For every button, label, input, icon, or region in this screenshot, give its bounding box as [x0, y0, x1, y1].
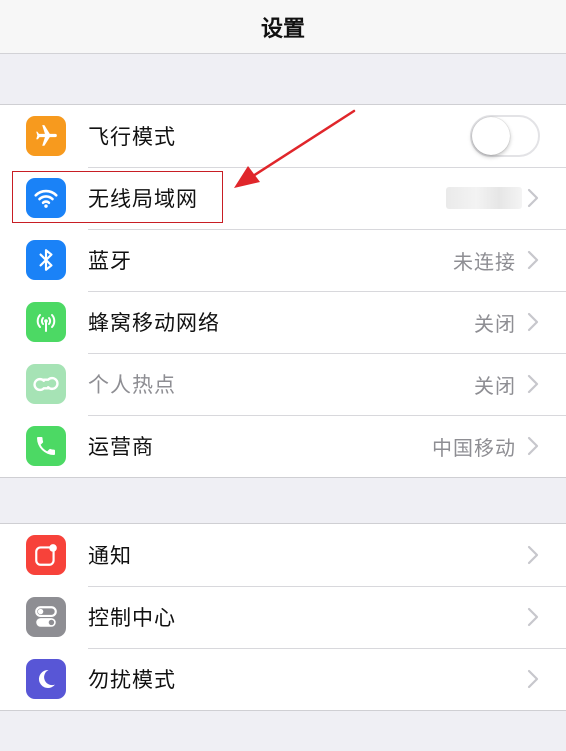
- chevron-right-icon: [526, 187, 540, 209]
- row-cellular[interactable]: 蜂窝移动网络 关闭: [0, 291, 566, 353]
- cellular-status: 关闭: [474, 311, 516, 336]
- chevron-right-icon: [526, 249, 540, 271]
- airplane-mode-label: 飞行模式: [88, 125, 176, 149]
- row-control-center[interactable]: 控制中心: [0, 586, 566, 648]
- notifications-label: 通知: [88, 544, 132, 568]
- chevron-right-icon: [526, 606, 540, 628]
- annotation-arrow-icon: [234, 109, 356, 188]
- row-personal-hotspot[interactable]: 个人热点 关闭: [0, 353, 566, 415]
- hotspot-chain-icon: [26, 364, 66, 404]
- settings-group-system: 通知 控制中心 勿扰模式: [0, 523, 566, 711]
- carrier-name: 中国移动: [432, 435, 516, 460]
- control-switches-icon: [26, 597, 66, 637]
- toggle-knob: [472, 117, 510, 155]
- row-carrier[interactable]: 运营商 中国移动: [0, 415, 566, 477]
- personal-hotspot-label: 个人热点: [88, 373, 176, 397]
- moon-icon: [26, 659, 66, 699]
- phone-icon: [26, 426, 66, 466]
- row-bluetooth[interactable]: 蓝牙 未连接: [0, 229, 566, 291]
- row-notifications[interactable]: 通知: [0, 524, 566, 586]
- wlan-network-name-blurred: [446, 187, 522, 209]
- do-not-disturb-label: 勿扰模式: [88, 668, 176, 692]
- carrier-label: 运营商: [88, 435, 154, 459]
- personal-hotspot-status: 关闭: [474, 373, 516, 398]
- cellular-antenna-icon: [26, 302, 66, 342]
- navigation-bar: 设置: [0, 0, 566, 54]
- page-title: 设置: [260, 16, 305, 42]
- notification-icon: [26, 535, 66, 575]
- control-center-label: 控制中心: [88, 606, 176, 630]
- bluetooth-label: 蓝牙: [88, 249, 132, 273]
- bluetooth-icon: [26, 240, 66, 280]
- chevron-right-icon: [526, 311, 540, 333]
- highlight-box-wlan: [12, 171, 223, 223]
- row-do-not-disturb[interactable]: 勿扰模式: [0, 648, 566, 710]
- airplane-mode-toggle[interactable]: [470, 115, 540, 157]
- chevron-right-icon: [526, 373, 540, 395]
- chevron-right-icon: [526, 544, 540, 566]
- chevron-right-icon: [526, 435, 540, 457]
- airplane-icon: [26, 116, 66, 156]
- chevron-right-icon: [526, 668, 540, 690]
- cellular-label: 蜂窝移动网络: [88, 311, 220, 335]
- bluetooth-status: 未连接: [453, 249, 516, 274]
